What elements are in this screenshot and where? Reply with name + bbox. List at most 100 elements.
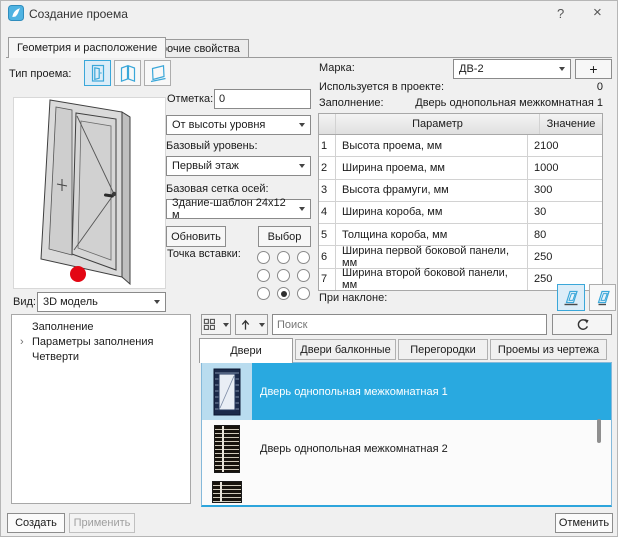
arrow-up-icon (239, 318, 252, 331)
door-3d-model (14, 98, 165, 288)
base-level-label: Базовый уровень: (166, 140, 258, 152)
catalog-tab-balcony-doors[interactable]: Двери балконные (295, 339, 396, 360)
table-row[interactable]: 3 Высота фрамуги, мм 300 (319, 180, 602, 202)
view-dropdown-value: 3D модель (43, 296, 98, 308)
tree-item-label: Четверти (32, 351, 79, 363)
choose-button[interactable]: Выбор (258, 226, 311, 247)
fill-label: Заполнение: (319, 97, 384, 109)
opening-type-single-door-button[interactable] (84, 60, 111, 86)
create-opening-dialog: Создание проема ? × Геометрия и располож… (0, 0, 618, 537)
catalog-tab-label: Проемы из чертежа (498, 344, 599, 356)
catalog-tab-doors[interactable]: Двери (199, 338, 293, 363)
catalog-tab-openings-from-drawing[interactable]: Проемы из чертежа (490, 339, 607, 360)
inclined-door-icon (561, 288, 581, 308)
properties-tree[interactable]: Заполнение › Параметры заполнения Четвер… (11, 314, 191, 504)
cancel-button[interactable]: Отменить (555, 513, 613, 533)
chevron-down-icon (154, 300, 160, 304)
sort-up-button[interactable] (235, 314, 268, 335)
insertion-radio-bottom-right[interactable] (297, 287, 310, 300)
view-dropdown[interactable]: 3D модель (37, 292, 166, 312)
tree-item-quarters[interactable]: Четверти (12, 349, 190, 364)
chevron-down-icon (259, 323, 265, 327)
base-level-dropdown[interactable]: Первый этаж (166, 156, 311, 176)
elevation-input[interactable] (214, 89, 311, 109)
incline-option-1-button[interactable] (557, 284, 585, 311)
app-icon (8, 5, 24, 24)
add-mark-button[interactable]: + (575, 59, 612, 79)
insertion-radio-top-left[interactable] (257, 251, 270, 264)
insertion-radio-middle-left[interactable] (257, 269, 270, 282)
mark-dropdown-value: ДВ-2 (459, 63, 484, 75)
catalog-tab-label: Двери (230, 345, 262, 357)
insertion-point-marker (70, 266, 86, 282)
tree-item-label: Заполнение (32, 321, 94, 333)
axis-grid-dropdown[interactable]: Здание-шаблон 24x12 м (166, 199, 311, 219)
table-row[interactable]: 1 Высота проема, мм 2100 (319, 135, 602, 157)
column-header-value[interactable]: Значение (540, 114, 602, 134)
update-button[interactable]: Обновить (166, 226, 226, 247)
create-button[interactable]: Создать (7, 513, 65, 533)
opening-type-double-door-button[interactable] (114, 60, 141, 86)
insertion-radio-bottom-center[interactable] (277, 287, 290, 300)
insertion-radio-top-center[interactable] (277, 251, 290, 264)
close-icon[interactable]: × (593, 4, 602, 21)
apply-button[interactable]: Применить (69, 513, 135, 533)
mark-dropdown[interactable]: ДВ-2 (453, 59, 571, 79)
search-input[interactable] (272, 314, 547, 335)
opening-type-swing-door-button[interactable] (144, 60, 171, 86)
table-row[interactable]: 6 Ширина первой боковой панели, мм 250 (319, 246, 602, 268)
tab-geometry[interactable]: Геометрия и расположение (8, 37, 166, 58)
catalog-tab-label: Перегородки (410, 344, 476, 356)
table-header-row: Параметр Значение (319, 114, 602, 135)
base-level-value: Первый этаж (172, 160, 239, 172)
column-header-parameter[interactable]: Параметр (336, 114, 540, 134)
height-mode-value: От высоты уровня (172, 119, 265, 131)
refresh-button[interactable] (552, 314, 612, 335)
list-item-door-3[interactable] (202, 477, 611, 505)
chevron-down-icon (299, 164, 305, 168)
refresh-icon (575, 318, 589, 332)
axis-grid-value: Здание-шаблон 24x12 м (172, 197, 295, 221)
single-door-icon (88, 63, 108, 83)
list-item-door-2[interactable]: Дверь однопольная межкомнатная 2 (202, 420, 611, 477)
mark-elevation-label: Отметка: (167, 93, 213, 105)
used-in-project-label: Используется в проекте: (319, 81, 444, 93)
list-item-label: Дверь однопольная межкомнатная 2 (252, 420, 611, 477)
door-thumbnail-3 (212, 481, 242, 503)
grid-view-icon (203, 318, 216, 331)
inclined-door-icon (593, 288, 613, 308)
tree-item-fill-parameters[interactable]: › Параметры заполнения (12, 334, 190, 349)
window-title: Создание проема (29, 7, 128, 21)
insertion-point-label: Точка вставки: (167, 248, 241, 260)
insertion-radio-middle-center[interactable] (277, 269, 290, 282)
catalog-tab-partitions[interactable]: Перегородки (398, 339, 488, 360)
list-item-door-1[interactable]: Дверь однопольная межкомнатная 1 (202, 363, 611, 420)
door-thumbnail-1 (213, 368, 241, 416)
height-mode-dropdown[interactable]: От высоты уровня (166, 115, 311, 135)
chevron-down-icon (299, 207, 305, 211)
door-thumbnail-2 (214, 425, 240, 473)
used-in-project-value: 0 (597, 81, 603, 93)
tab-geometry-label: Геометрия и расположение (17, 42, 157, 54)
axis-grid-label: Базовая сетка осей: (166, 183, 269, 195)
insertion-radio-middle-right[interactable] (297, 269, 310, 282)
table-row[interactable]: 5 Толщина короба, мм 80 (319, 224, 602, 246)
list-item-label: Дверь однопольная межкомнатная 1 (252, 363, 611, 420)
chevron-down-icon (299, 123, 305, 127)
table-row[interactable]: 4 Ширина короба, мм 30 (319, 202, 602, 224)
chevron-down-icon (559, 67, 565, 71)
fill-value: Дверь однопольная межкомнатная 1 (415, 97, 603, 109)
opening-type-label: Тип проема: (9, 68, 71, 80)
door-3d-preview[interactable] (13, 97, 166, 289)
tree-item-fill[interactable]: Заполнение (12, 319, 190, 334)
view-label: Вид: (13, 296, 36, 308)
incline-option-2-button[interactable] (589, 284, 616, 311)
help-button[interactable]: ? (557, 6, 564, 21)
list-scrollbar[interactable] (597, 419, 601, 443)
table-row[interactable]: 2 Ширина проема, мм 1000 (319, 157, 602, 179)
insertion-radio-top-right[interactable] (297, 251, 310, 264)
view-mode-button[interactable] (201, 314, 231, 335)
chevron-right-icon[interactable]: › (20, 337, 32, 347)
insertion-radio-bottom-left[interactable] (257, 287, 270, 300)
catalog-tab-label: Двери балконные (300, 344, 390, 356)
